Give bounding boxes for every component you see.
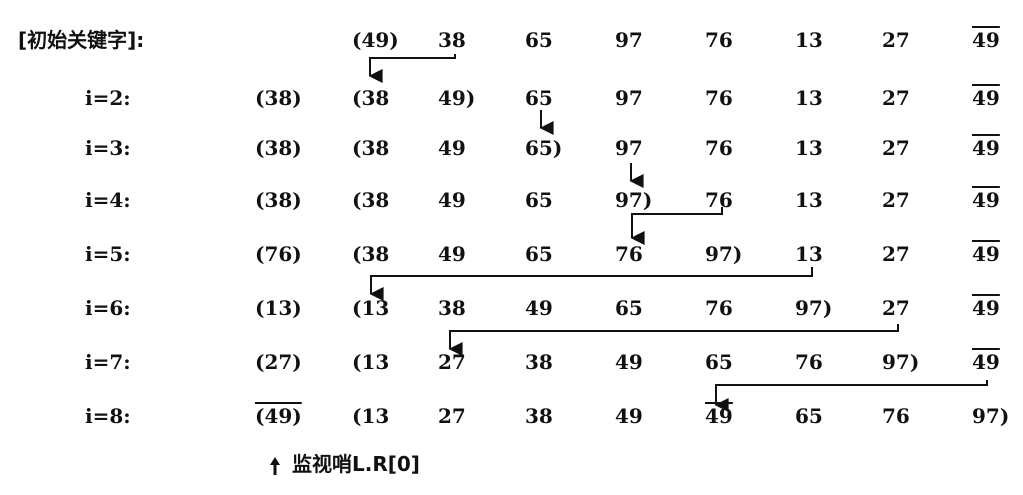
sentinel-legend: 监视哨L.R[0] xyxy=(268,452,420,476)
move-arrow-pass5 xyxy=(630,207,723,245)
move-arrow-pass2 xyxy=(368,54,456,83)
legend-text: 监视哨L.R[0] xyxy=(292,452,420,476)
move-arrow-pass7 xyxy=(448,324,899,356)
move-arrow-pass8 xyxy=(714,380,988,412)
arrows-layer xyxy=(368,54,988,412)
up-arrow-icon xyxy=(270,456,280,475)
move-arrow-pass6 xyxy=(369,267,813,301)
